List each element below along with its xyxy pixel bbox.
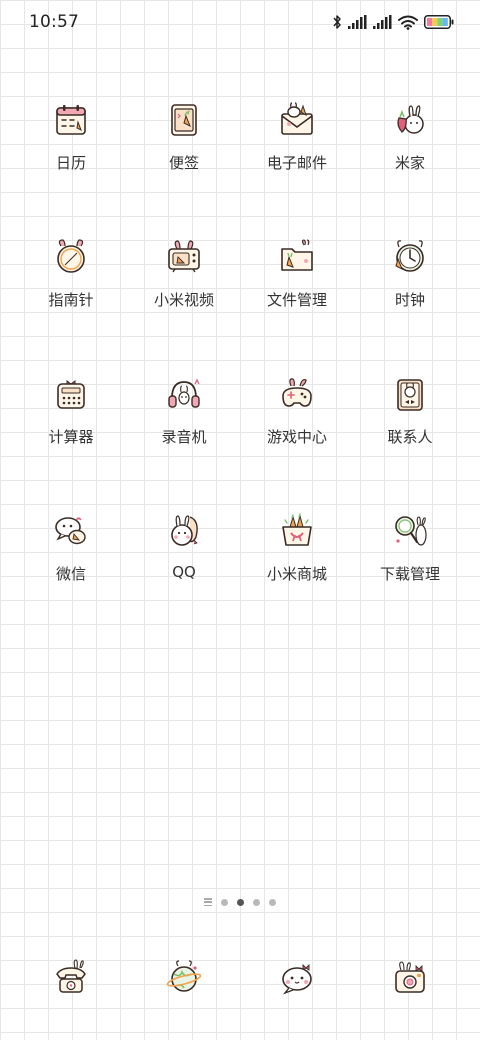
signal-icon — [348, 15, 367, 29]
app-label: 游戏中心 — [266, 428, 327, 446]
app-calendar[interactable]: 日历 — [15, 100, 127, 210]
calculator-icon — [51, 374, 91, 414]
dock-camera[interactable] — [390, 958, 430, 998]
file-manager-icon — [277, 237, 317, 277]
app-mi-store[interactable]: 小米商城 — [241, 511, 353, 621]
page-dot-2-active[interactable] — [237, 898, 244, 906]
app-notes[interactable]: 便签 — [128, 100, 240, 210]
app-clock[interactable]: 时钟 — [354, 237, 466, 347]
mi-store-icon — [277, 511, 317, 551]
app-recorder[interactable]: 录音机 — [128, 374, 240, 484]
app-label: 指南针 — [48, 291, 94, 309]
dock-phone[interactable] — [51, 958, 91, 998]
recorder-icon — [164, 374, 204, 414]
email-icon — [277, 100, 317, 140]
video-icon — [164, 237, 204, 277]
browser-icon — [164, 958, 204, 1002]
phone-icon — [51, 958, 91, 1002]
bluetooth-icon — [332, 14, 342, 30]
download-manager-icon — [390, 511, 430, 551]
dock-messages[interactable] — [277, 958, 317, 998]
app-label: 微信 — [55, 565, 86, 583]
page-dot-3[interactable] — [253, 898, 260, 906]
app-label: 便签 — [168, 154, 199, 172]
camera-icon — [390, 958, 430, 1002]
wechat-icon — [51, 511, 91, 551]
clock-icon — [390, 237, 430, 277]
wifi-icon — [398, 15, 418, 30]
contacts-icon — [390, 374, 430, 414]
app-label: 小米视频 — [153, 291, 214, 309]
messages-icon — [277, 958, 317, 1002]
app-wechat[interactable]: 微信 — [15, 511, 127, 621]
compass-icon — [51, 237, 91, 277]
app-mi-video[interactable]: 小米视频 — [128, 237, 240, 347]
page-indicator[interactable] — [0, 893, 480, 911]
app-file-manager[interactable]: 文件管理 — [241, 237, 353, 347]
dock-browser[interactable] — [164, 958, 204, 998]
home-screen-menu-icon[interactable] — [204, 898, 212, 906]
app-label: 联系人 — [387, 428, 433, 446]
app-contacts[interactable]: 联系人 — [354, 374, 466, 484]
app-email[interactable]: 电子邮件 — [241, 100, 353, 210]
app-label: 小米商城 — [266, 565, 327, 583]
app-label: 下载管理 — [379, 565, 440, 583]
app-label: 电子邮件 — [266, 154, 327, 172]
page-dot-4[interactable] — [269, 898, 276, 906]
status-bar: 10:57 — [0, 0, 480, 44]
page-dot-1[interactable] — [221, 898, 228, 906]
mijia-icon — [390, 100, 430, 140]
app-calculator[interactable]: 计算器 — [15, 374, 127, 484]
app-label: 计算器 — [48, 428, 94, 446]
app-label: 录音机 — [161, 428, 207, 446]
qq-icon — [164, 511, 204, 551]
app-download-manager[interactable]: 下载管理 — [354, 511, 466, 621]
notes-icon — [164, 100, 204, 140]
app-compass[interactable]: 指南针 — [15, 237, 127, 347]
game-center-icon — [277, 374, 317, 414]
app-game-center[interactable]: 游戏中心 — [241, 374, 353, 484]
app-label: 米家 — [394, 154, 425, 172]
app-label: 文件管理 — [266, 291, 327, 309]
app-mijia[interactable]: 米家 — [354, 100, 466, 210]
signal-icon — [373, 15, 392, 29]
app-label: 时钟 — [394, 291, 425, 309]
app-label: QQ — [172, 563, 196, 581]
calendar-icon — [51, 100, 91, 140]
status-time: 10:57 — [29, 12, 79, 32]
status-icons — [332, 12, 454, 32]
battery-icon — [424, 15, 454, 29]
app-qq[interactable]: QQ — [128, 511, 240, 621]
app-label: 日历 — [55, 154, 86, 172]
